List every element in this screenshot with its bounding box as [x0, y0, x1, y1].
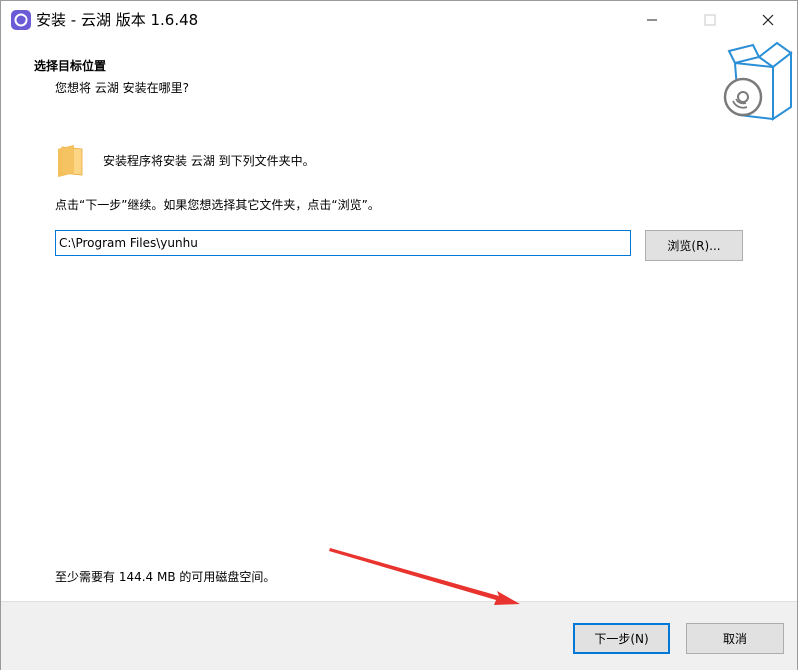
installer-window: 安装 - 云湖 版本 1.6.48 选择目标位置 您想将 云湖 安装在哪里? 安…	[0, 0, 798, 670]
maximize-icon	[704, 14, 716, 26]
app-logo-icon	[11, 10, 31, 30]
maximize-button[interactable]	[681, 1, 739, 39]
wizard-footer: 下一步(N) 取消	[1, 601, 797, 670]
next-button[interactable]: 下一步(N)	[573, 623, 670, 654]
minimize-button[interactable]	[623, 1, 681, 39]
close-button[interactable]	[739, 1, 797, 39]
page-subtitle: 您想将 云湖 安装在哪里?	[55, 81, 189, 95]
cancel-button[interactable]: 取消	[686, 623, 784, 654]
install-path-input[interactable]	[55, 230, 631, 256]
window-title: 安装 - 云湖 版本 1.6.48	[36, 11, 199, 29]
instruction-text: 点击“下一步”继续。如果您想选择其它文件夹，点击“浏览”。	[55, 198, 380, 212]
install-destination-text: 安装程序将安装 云湖 到下列文件夹中。	[103, 154, 315, 168]
title-bar: 安装 - 云湖 版本 1.6.48	[1, 1, 797, 39]
setup-box-cd-icon	[723, 41, 793, 121]
minimize-icon	[647, 19, 657, 21]
close-icon	[762, 14, 774, 26]
page-title: 选择目标位置	[34, 59, 107, 73]
wizard-header: 选择目标位置 您想将 云湖 安装在哪里?	[1, 39, 797, 126]
browse-button[interactable]: 浏览(R)...	[645, 230, 743, 261]
folder-icon	[58, 145, 83, 177]
disk-space-requirement: 至少需要有 144.4 MB 的可用磁盘空间。	[55, 570, 276, 584]
